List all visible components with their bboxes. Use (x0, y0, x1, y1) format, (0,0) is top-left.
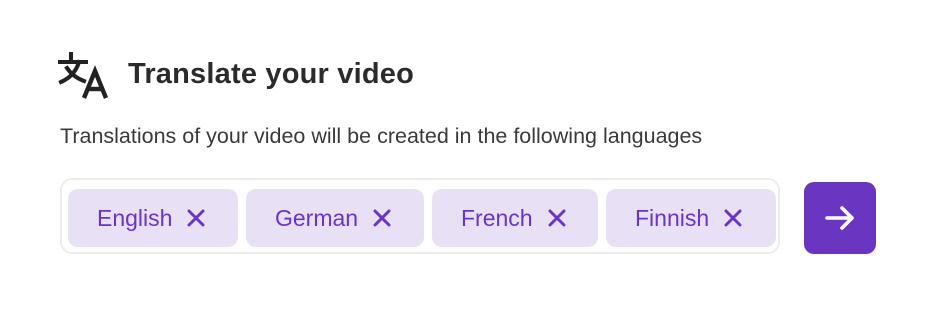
language-chip-label: English (97, 204, 173, 231)
arrow-right-icon (823, 201, 857, 235)
close-icon[interactable] (186, 208, 206, 228)
close-icon[interactable] (372, 208, 392, 228)
language-chip-label: German (275, 204, 359, 231)
close-icon[interactable] (547, 208, 567, 228)
header: Translate your video (58, 48, 414, 100)
submit-button[interactable] (804, 182, 876, 254)
page-title: Translate your video (128, 57, 415, 90)
language-chip-english[interactable]: English (68, 189, 238, 247)
description-text: Translations of your video will be creat… (60, 124, 703, 148)
language-chip-finnish[interactable]: Finnish (606, 189, 776, 247)
language-tag-input[interactable]: English German French Finnish (60, 178, 780, 254)
language-chip-label: Finnish (635, 204, 710, 231)
translate-icon (58, 48, 110, 100)
language-chip-german[interactable]: German (246, 189, 424, 247)
language-chip-label: French (461, 204, 533, 231)
close-icon[interactable] (723, 208, 743, 228)
language-chip-french[interactable]: French (432, 189, 598, 247)
